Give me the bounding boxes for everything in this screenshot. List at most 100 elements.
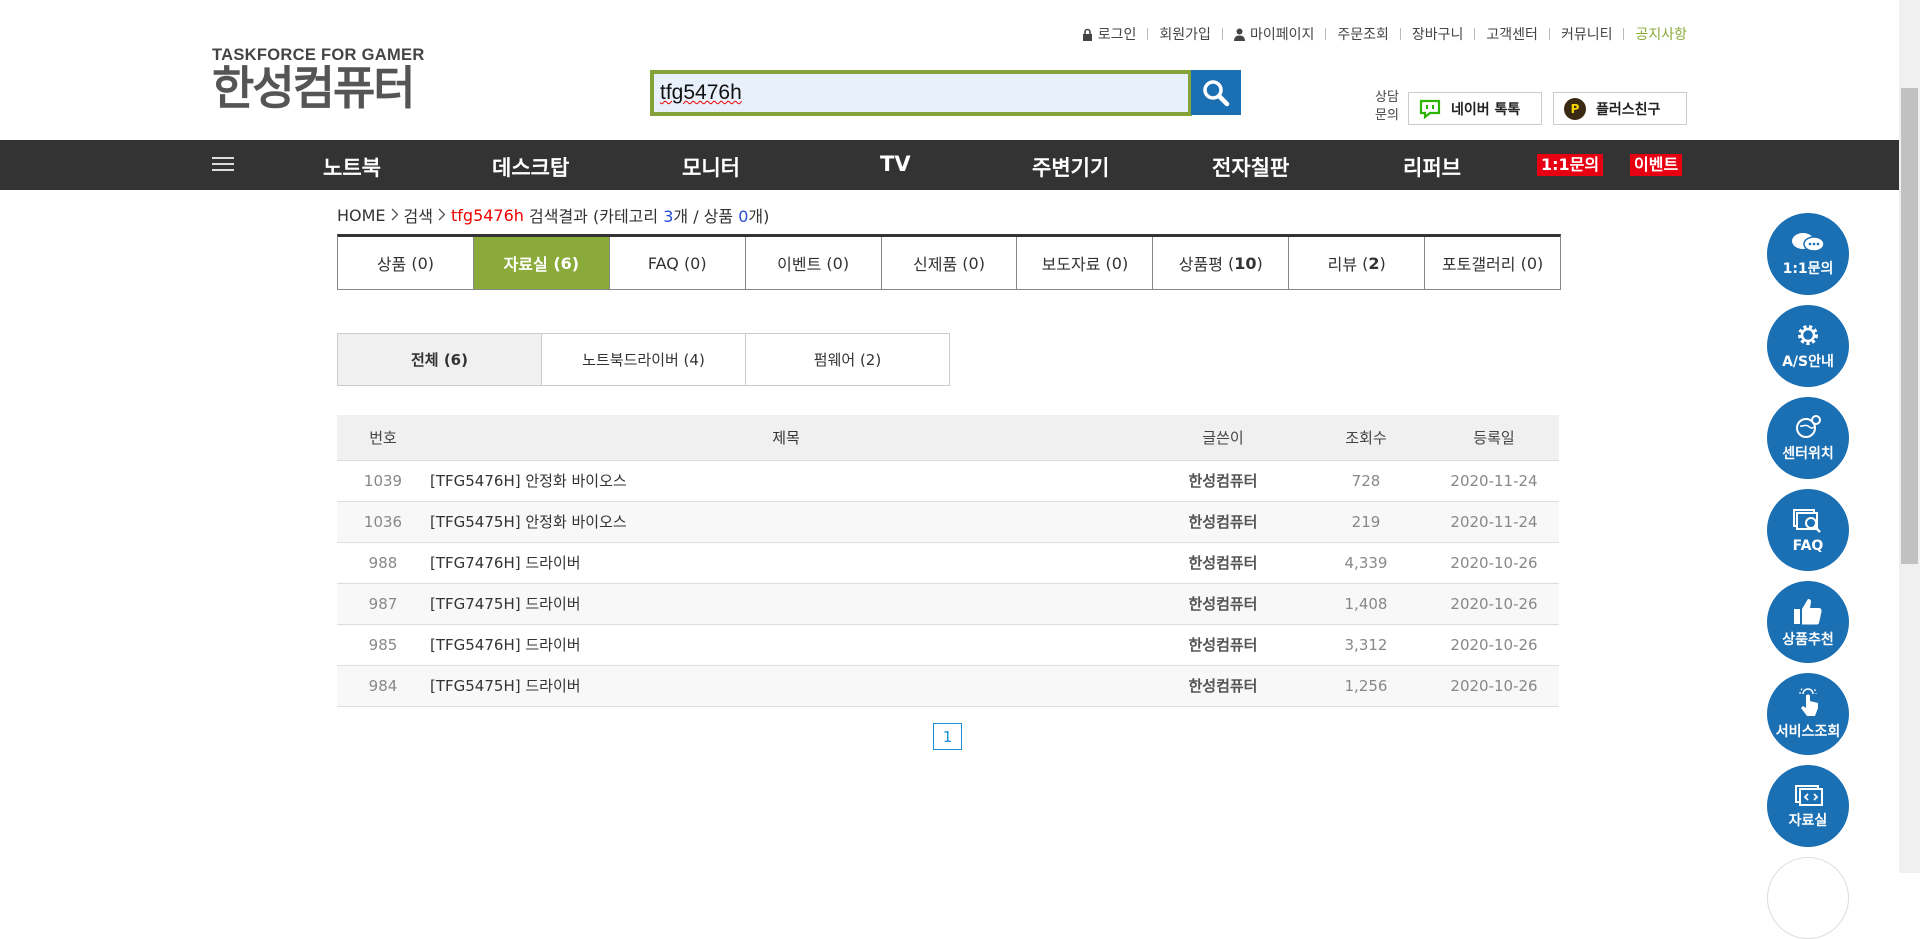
row-no: 984 bbox=[337, 665, 429, 707]
search-input[interactable] bbox=[654, 74, 1188, 112]
login-link[interactable]: 로그인 bbox=[1082, 24, 1136, 44]
tab-product-reviews[interactable]: 상품평 (10) bbox=[1153, 237, 1290, 289]
table-row[interactable]: 987 [TFG7475H] 드라이버 한성컴퓨터 1,408 2020-10-… bbox=[337, 583, 1559, 625]
cart-link[interactable]: 장바구니 bbox=[1412, 24, 1464, 44]
row-date: 2020-10-26 bbox=[1429, 583, 1559, 625]
table-row[interactable]: 988 [TFG7476H] 드라이버 한성컴퓨터 4,339 2020-10-… bbox=[337, 542, 1559, 584]
page-1-button[interactable]: 1 bbox=[933, 723, 962, 750]
orders-link[interactable]: 주문조회 bbox=[1337, 24, 1389, 44]
quick-label: 센터위치 bbox=[1782, 445, 1834, 462]
community-link[interactable]: 커뮤니티 bbox=[1561, 24, 1613, 44]
archive-table: 번호 제목 글쓴이 조회수 등록일 1039 [TFG5476H] 안정화 바이… bbox=[337, 415, 1559, 707]
table-row[interactable]: 1036 [TFG5475H] 안정화 바이오스 한성컴퓨터 219 2020-… bbox=[337, 501, 1559, 543]
breadcrumb-home[interactable]: HOME bbox=[337, 206, 386, 225]
mypage-link[interactable]: 마이페이지 bbox=[1233, 24, 1314, 44]
archive-icon bbox=[1795, 784, 1823, 806]
tab-press[interactable]: 보도자료 (0) bbox=[1017, 237, 1154, 289]
row-writer: 한성컴퓨터 bbox=[1143, 460, 1303, 502]
tab-new-products[interactable]: 신제품 (0) bbox=[882, 237, 1018, 289]
quick-as-button[interactable]: A/S안내 bbox=[1767, 305, 1849, 387]
row-title-link[interactable]: [TFG5475H] 안정화 바이오스 bbox=[429, 501, 1143, 543]
row-views: 1,256 bbox=[1303, 665, 1429, 707]
category-count: 3 bbox=[663, 207, 674, 226]
nav-item-peripherals[interactable]: 주변기기 bbox=[1032, 152, 1109, 182]
row-no: 1039 bbox=[337, 460, 429, 502]
tab-label: FAQ bbox=[647, 253, 679, 273]
row-title-link[interactable]: [TFG7475H] 드라이버 bbox=[429, 583, 1143, 625]
tab-count: (0) bbox=[1520, 253, 1544, 273]
search-result-tabs: 상품 (0) 자료실 (6) FAQ (0) 이벤트 (0) 신제품 (0) 보… bbox=[337, 234, 1561, 290]
quick-service-button[interactable]: 서비스조회 bbox=[1767, 673, 1849, 755]
breadcrumb-keyword: tfg5476h bbox=[451, 205, 524, 225]
quick-faq-button[interactable]: FAQ bbox=[1767, 489, 1849, 571]
tab-label: 신제품 bbox=[913, 255, 958, 274]
quick-archive-button[interactable]: 자료실 bbox=[1767, 765, 1849, 847]
tab-label: 포토갤러리 bbox=[1441, 255, 1516, 274]
row-views: 3,312 bbox=[1303, 624, 1429, 666]
row-writer: 한성컴퓨터 bbox=[1143, 542, 1303, 584]
row-title-link[interactable]: [TFG5476H] 안정화 바이오스 bbox=[429, 460, 1143, 502]
subtab-notebook-driver[interactable]: 노트북드라이버 (4) bbox=[542, 334, 746, 385]
tab-photo-gallery[interactable]: 포토갤러리 (0) bbox=[1425, 237, 1560, 289]
table-row[interactable]: 1039 [TFG5476H] 안정화 바이오스 한성컴퓨터 728 2020-… bbox=[337, 460, 1559, 502]
nav-item-monitor[interactable]: 모니터 bbox=[682, 152, 740, 182]
row-title-link[interactable]: [TFG7476H] 드라이버 bbox=[429, 542, 1143, 584]
divider bbox=[1221, 28, 1223, 40]
tab-label: 리뷰 bbox=[1327, 255, 1358, 274]
naver-talktalk-button[interactable]: 네이버 톡톡 bbox=[1408, 92, 1542, 125]
row-no: 985 bbox=[337, 624, 429, 666]
quick-location-button[interactable]: 센터위치 bbox=[1767, 397, 1849, 479]
row-no: 1036 bbox=[337, 501, 429, 543]
tab-events[interactable]: 이벤트 (0) bbox=[746, 237, 882, 289]
search-button[interactable] bbox=[1191, 70, 1241, 115]
quick-top-button[interactable] bbox=[1767, 857, 1849, 939]
plusfriend-button[interactable]: P 플러스친구 bbox=[1553, 92, 1687, 125]
table-row[interactable]: 985 [TFG5476H] 드라이버 한성컴퓨터 3,312 2020-10-… bbox=[337, 624, 1559, 666]
chevron-right-icon bbox=[391, 206, 399, 225]
lock-icon bbox=[1082, 28, 1092, 41]
row-writer: 한성컴퓨터 bbox=[1143, 665, 1303, 707]
nav-item-eboard[interactable]: 전자칠판 bbox=[1212, 152, 1289, 182]
nav-item-notebook[interactable]: 노트북 bbox=[323, 152, 381, 182]
tab-products[interactable]: 상품 (0) bbox=[338, 237, 474, 289]
row-date: 2020-10-26 bbox=[1429, 542, 1559, 584]
tab-count: 10 bbox=[1234, 253, 1257, 273]
nav-item-refurb[interactable]: 리퍼브 bbox=[1403, 152, 1461, 182]
subtab-firmware[interactable]: 펌웨어 (2) bbox=[746, 334, 949, 385]
page-scrollbar[interactable] bbox=[1899, 0, 1920, 873]
row-no: 987 bbox=[337, 583, 429, 625]
tab-archive[interactable]: 자료실 (6) bbox=[473, 237, 610, 289]
row-title-link[interactable]: [TFG5475H] 드라이버 bbox=[429, 665, 1143, 707]
tab-count: (0) bbox=[962, 253, 985, 273]
main-nav: 노트북 데스크탑 모니터 TV 주변기기 전자칠판 리퍼브 1:1문의 이벤트 bbox=[0, 140, 1899, 190]
quick-recommend-button[interactable]: 상품추천 bbox=[1767, 581, 1849, 663]
nav-inquiry-badge[interactable]: 1:1문의 bbox=[1537, 154, 1604, 176]
support-link[interactable]: 고객센터 bbox=[1486, 24, 1538, 44]
header-views: 조회수 bbox=[1303, 415, 1429, 461]
search-box bbox=[650, 70, 1192, 116]
tab-reviews[interactable]: 리뷰 (2) bbox=[1289, 237, 1426, 289]
quick-label: A/S안내 bbox=[1782, 353, 1834, 370]
quick-inquiry-button[interactable]: 1:1문의 bbox=[1767, 213, 1849, 295]
talktalk-icon bbox=[1419, 97, 1441, 120]
subtab-all[interactable]: 전체 (6) bbox=[338, 334, 542, 385]
row-title-link[interactable]: [TFG5476H] 드라이버 bbox=[429, 624, 1143, 666]
nav-item-desktop[interactable]: 데스크탑 bbox=[492, 152, 569, 182]
notice-link[interactable]: 공지사항 bbox=[1635, 24, 1687, 44]
nav-item-tv[interactable]: TV bbox=[880, 152, 911, 176]
gear-icon bbox=[1798, 324, 1818, 345]
scrollbar-thumb[interactable] bbox=[1901, 88, 1918, 564]
divider bbox=[1474, 28, 1476, 40]
row-date: 2020-11-24 bbox=[1429, 501, 1559, 543]
nav-event-badge[interactable]: 이벤트 bbox=[1630, 154, 1683, 176]
hamburger-icon[interactable] bbox=[212, 156, 234, 172]
tab-faq[interactable]: FAQ (0) bbox=[610, 237, 746, 289]
join-link[interactable]: 회원가입 bbox=[1159, 24, 1211, 44]
table-row[interactable]: 984 [TFG5475H] 드라이버 한성컴퓨터 1,256 2020-10-… bbox=[337, 665, 1559, 707]
tab-count: (0) bbox=[826, 253, 850, 273]
consult-label: 상담 문의 bbox=[1375, 90, 1399, 123]
site-logo[interactable]: TASKFORCE FOR GAMER 한성컴퓨터 bbox=[212, 46, 425, 114]
result-mid: 개 / 상품 bbox=[673, 207, 739, 226]
quick-label: 상품추천 bbox=[1782, 631, 1834, 648]
breadcrumb-result-text: 검색결과 (카테고리 3개 / 상품 0개) bbox=[524, 203, 769, 227]
